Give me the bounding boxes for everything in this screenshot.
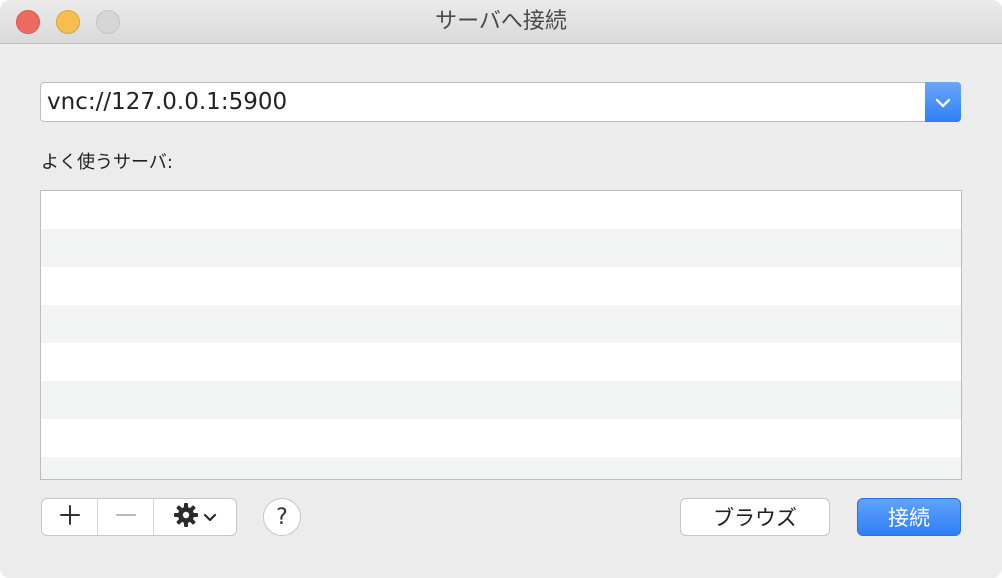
- list-row: [41, 381, 961, 419]
- connect-button[interactable]: 接続: [857, 498, 961, 536]
- server-address-combobox[interactable]: [40, 82, 961, 122]
- help-button[interactable]: ?: [263, 498, 301, 536]
- server-address-input[interactable]: [47, 83, 917, 121]
- list-row: [41, 267, 961, 305]
- list-row: [41, 457, 961, 479]
- favorite-servers-label: よく使うサーバ:: [41, 152, 173, 173]
- gear-icon: [173, 502, 199, 532]
- list-row: [41, 191, 961, 229]
- list-row: [41, 419, 961, 457]
- chevron-down-icon: [935, 93, 951, 112]
- title-bar: サーバへ接続: [0, 0, 1002, 44]
- plus-icon: [59, 504, 81, 530]
- add-favorite-button[interactable]: [42, 499, 98, 535]
- chevron-down-icon: [203, 508, 217, 527]
- browse-button[interactable]: ブラウズ: [680, 498, 830, 536]
- connect-to-server-window: サーバへ接続 よく使うサーバ:: [0, 0, 1002, 578]
- list-row: [41, 305, 961, 343]
- remove-favorite-button[interactable]: [98, 499, 154, 535]
- recent-servers-dropdown-button[interactable]: [925, 82, 961, 122]
- favorite-servers-list[interactable]: [40, 190, 962, 480]
- list-row: [41, 229, 961, 267]
- minus-icon: [115, 504, 137, 530]
- list-row: [41, 343, 961, 381]
- window-title: サーバへ接続: [435, 9, 567, 34]
- favorites-segmented-control: [41, 498, 237, 536]
- action-menu-button[interactable]: [154, 499, 236, 535]
